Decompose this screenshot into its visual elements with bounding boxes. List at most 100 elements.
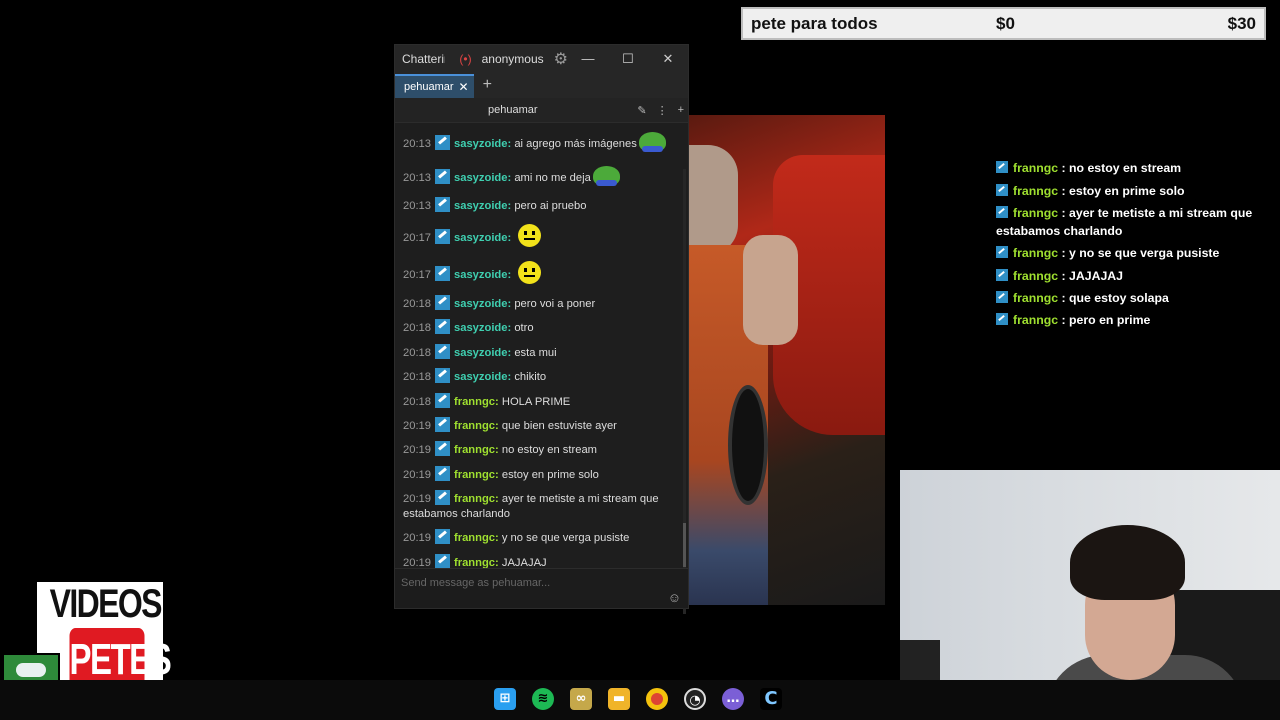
message-username[interactable]: sasyzoide: (454, 322, 511, 334)
chat-message[interactable]: 20:17 sasyzoide: (403, 217, 688, 254)
live-icon[interactable]: (•) (459, 52, 471, 66)
message-username[interactable]: franngc: (454, 493, 499, 505)
message-text: ami no me deja (511, 172, 591, 184)
logo-line-videos: VIDEOS (49, 582, 163, 626)
chat-message[interactable]: 20:18 sasyzoide: pero voi a poner (403, 291, 688, 315)
chat-message[interactable]: 20:19 franngc: JAJAJAJ (403, 550, 688, 568)
chrome-icon[interactable] (646, 688, 668, 710)
message-username[interactable]: sasyzoide: (454, 371, 511, 383)
prime-badge-icon[interactable] (435, 295, 450, 311)
settings-gear-icon[interactable]: ⚙ (554, 49, 568, 69)
message-timestamp: 20:18 (403, 395, 431, 408)
prime-badge-icon (996, 291, 1008, 304)
message-username[interactable]: franngc: (454, 469, 499, 481)
message-username[interactable]: franngc: (454, 444, 499, 456)
overlay-username: franngc (1013, 161, 1059, 176)
prime-badge-icon[interactable] (435, 441, 450, 457)
channel-name[interactable]: pehuamar (488, 104, 538, 116)
prime-badge-icon[interactable] (435, 319, 450, 335)
overlay-text: : pero en prime (1058, 313, 1151, 328)
add-split-icon[interactable]: + (678, 104, 684, 117)
message-timestamp: 20:19 (403, 493, 431, 506)
chat-message[interactable]: 20:19 franngc: que bien estuviste ayer (403, 413, 688, 437)
frog-emote-icon[interactable] (592, 166, 620, 186)
overlay-text: : que estoy solapa (1058, 291, 1169, 306)
message-text: JAJAJAJ (498, 556, 547, 568)
channel-menu-icon[interactable]: ⋮ (657, 104, 668, 117)
message-username[interactable]: sasyzoide: (454, 138, 511, 150)
prime-badge-icon[interactable] (435, 169, 450, 184)
add-tab-button[interactable]: + (483, 74, 492, 98)
file-explorer-icon[interactable]: ▬ (608, 688, 630, 710)
prime-badge-icon[interactable] (435, 490, 450, 506)
chat-message[interactable]: 20:19 franngc: no estoy en stream (403, 438, 688, 462)
chat-message[interactable]: 20:13 sasyzoide: ami no me deja (403, 159, 688, 193)
message-text: ai agrego más imágenes (511, 138, 637, 150)
message-list[interactable]: 20:13 sasyzoide: ai agrego más imágenes 20… (395, 123, 688, 568)
message-text: que bien estuviste ayer (498, 419, 617, 432)
message-timestamp: 20:13 (403, 199, 431, 212)
message-username[interactable]: sasyzoide: (454, 269, 511, 281)
message-username[interactable]: sasyzoide: (454, 347, 511, 359)
message-username[interactable]: sasyzoide: (454, 172, 511, 184)
moderation-icon[interactable]: ✎ (637, 104, 646, 117)
message-input[interactable]: Send message as pehuamar... ☺ (395, 568, 688, 608)
goal-title: pete para todos (751, 13, 878, 33)
windows-start-icon[interactable]: ⊞ (494, 688, 516, 710)
message-username[interactable]: sasyzoide: (454, 298, 511, 310)
window-titlebar[interactable]: Chatterino (•) anonymous ⚙ — ☐ ✕ (395, 45, 688, 72)
message-username[interactable]: franngc: (454, 420, 499, 432)
overlay-text: : y no se que verga pusiste (1058, 246, 1220, 261)
message-username[interactable]: sasyzoide: (454, 232, 511, 244)
minimize-button[interactable]: — (568, 51, 608, 67)
chat-message[interactable]: 20:18 sasyzoide: esta mui (403, 340, 688, 364)
tab-pehuamar[interactable]: pehuamar ✕ (395, 74, 474, 98)
maximize-button[interactable]: ☐ (608, 51, 648, 67)
account-switcher[interactable]: anonymous (482, 52, 544, 66)
prime-badge-icon[interactable] (435, 368, 450, 384)
tab-close-icon[interactable]: ✕ (459, 80, 469, 94)
message-username[interactable]: franngc: (454, 396, 499, 408)
chat-message[interactable]: 20:18 sasyzoide: otro (403, 316, 688, 340)
prime-badge-icon[interactable] (435, 416, 450, 432)
message-username[interactable]: sasyzoide: (454, 200, 511, 212)
prime-badge-icon[interactable] (435, 229, 450, 245)
message-username[interactable]: franngc: (454, 532, 499, 544)
prime-badge-icon[interactable] (435, 392, 450, 408)
message-timestamp: 20:19 (403, 444, 431, 457)
message-username[interactable]: franngc: (454, 557, 499, 568)
chat-message[interactable]: 20:19 franngc: y no se que verga pusiste (403, 526, 688, 550)
chatterino-taskbar-icon[interactable]: C (760, 688, 782, 710)
close-button[interactable]: ✕ (648, 51, 688, 67)
chat-message[interactable]: 20:19 franngc: estoy en prime solo (403, 462, 688, 486)
overlay-message: franngc : estoy en prime solo (996, 179, 1266, 201)
neutral-face-emote-icon[interactable] (518, 261, 542, 285)
frog-emote-icon[interactable] (638, 132, 666, 152)
prime-badge-icon[interactable] (435, 266, 450, 282)
chat-app-icon[interactable]: … (722, 688, 744, 710)
prime-badge-icon[interactable] (435, 135, 450, 150)
obs-icon[interactable]: ◔ (684, 688, 706, 710)
chat-message[interactable]: 20:19 franngc: ayer te metiste a mi strea… (403, 486, 688, 525)
neutral-face-emote-icon[interactable] (518, 224, 542, 248)
photo-head (688, 145, 738, 255)
overlay-text: : estoy en prime solo (1058, 183, 1185, 198)
spotify-icon[interactable]: ≋ (532, 688, 554, 710)
prime-badge-icon[interactable] (435, 553, 450, 568)
glasses-app-icon[interactable]: ∞ (570, 688, 592, 710)
message-input-placeholder[interactable]: Send message as pehuamar... (401, 577, 550, 589)
emoji-icon[interactable]: ☺ (668, 590, 681, 605)
prime-badge-icon[interactable] (435, 465, 450, 481)
chat-message[interactable]: 20:17 sasyzoide: (403, 254, 688, 291)
message-text: chikito (511, 371, 547, 384)
prime-badge-icon[interactable] (435, 343, 450, 359)
goal-current: $0 (996, 13, 1015, 33)
chat-message[interactable]: 20:18 sasyzoide: chikito (403, 365, 688, 389)
chat-message[interactable]: 20:18 franngc: HOLA PRIME (403, 389, 688, 413)
chat-message[interactable]: 20:13 sasyzoide: ai agrego más imágenes (403, 125, 688, 159)
prime-badge-icon[interactable] (435, 196, 450, 212)
message-timestamp: 20:13 (403, 138, 431, 150)
prime-badge-icon[interactable] (435, 529, 450, 545)
scrollbar-thumb[interactable] (683, 523, 686, 567)
chat-message[interactable]: 20:13 sasyzoide: pero ai pruebo (403, 193, 688, 217)
